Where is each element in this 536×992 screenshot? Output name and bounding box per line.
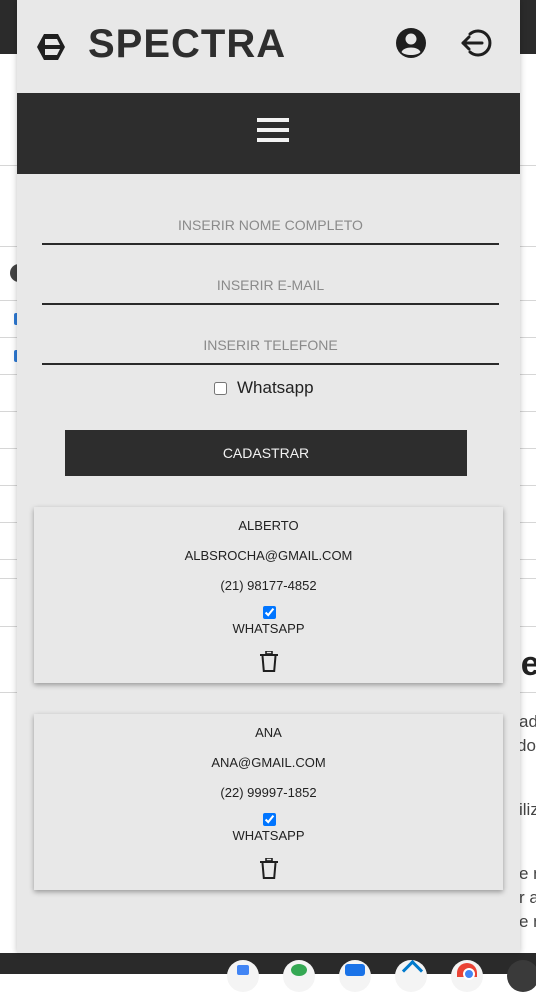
- background-text: e m: [519, 912, 536, 931]
- docs-icon[interactable]: [227, 960, 259, 992]
- trash-icon[interactable]: [260, 651, 278, 672]
- brand-name: SPECTRA: [88, 22, 287, 66]
- contact-whatsapp-label: WHATSAPP: [232, 621, 305, 636]
- whatsapp-checkbox[interactable]: [214, 381, 227, 395]
- hamburger-menu-icon[interactable]: [257, 115, 289, 145]
- user-account-icon[interactable]: [395, 27, 427, 59]
- whatsapp-label: Whatsapp: [237, 378, 314, 397]
- chrome-icon[interactable]: [451, 960, 483, 992]
- contact-phone: (22) 99997-1852: [220, 785, 317, 800]
- contact-whatsapp-checkbox[interactable]: [263, 606, 276, 619]
- contact-phone: (21) 98177-4852: [220, 578, 317, 593]
- whatsapp-option: Whatsapp: [214, 377, 314, 399]
- background-text: iliz: [519, 800, 536, 819]
- name-field[interactable]: [42, 207, 499, 245]
- contact-card: ANA ANA@GMAIL.COM (22) 99997-1852 WHATSA…: [34, 714, 503, 890]
- hexagon-logo-icon: [37, 34, 65, 60]
- trash-icon[interactable]: [260, 858, 278, 879]
- contact-name: ALBERTO: [238, 518, 299, 533]
- chat-app-icon[interactable]: [283, 960, 315, 992]
- register-button[interactable]: CADASTRAR: [65, 430, 467, 476]
- files-icon[interactable]: [339, 960, 371, 992]
- contact-email: ALBSROCHA@GMAIL.COM: [184, 548, 353, 563]
- vscode-icon[interactable]: [395, 959, 427, 992]
- contact-whatsapp-checkbox[interactable]: [263, 813, 276, 826]
- contact-card: ALBERTO ALBSROCHA@GMAIL.COM (21) 98177-4…: [34, 507, 503, 683]
- background-text: r a: [519, 888, 536, 907]
- background-text: ad: [519, 712, 536, 731]
- background-text: e n: [519, 864, 536, 883]
- contact-email: ANA@GMAIL.COM: [211, 755, 326, 770]
- phone-field[interactable]: [42, 327, 499, 365]
- contact-name: ANA: [255, 725, 282, 740]
- contact-whatsapp-label: WHATSAPP: [232, 828, 305, 843]
- app-icon[interactable]: [507, 960, 536, 992]
- logout-icon[interactable]: [460, 27, 494, 59]
- email-field[interactable]: [42, 267, 499, 305]
